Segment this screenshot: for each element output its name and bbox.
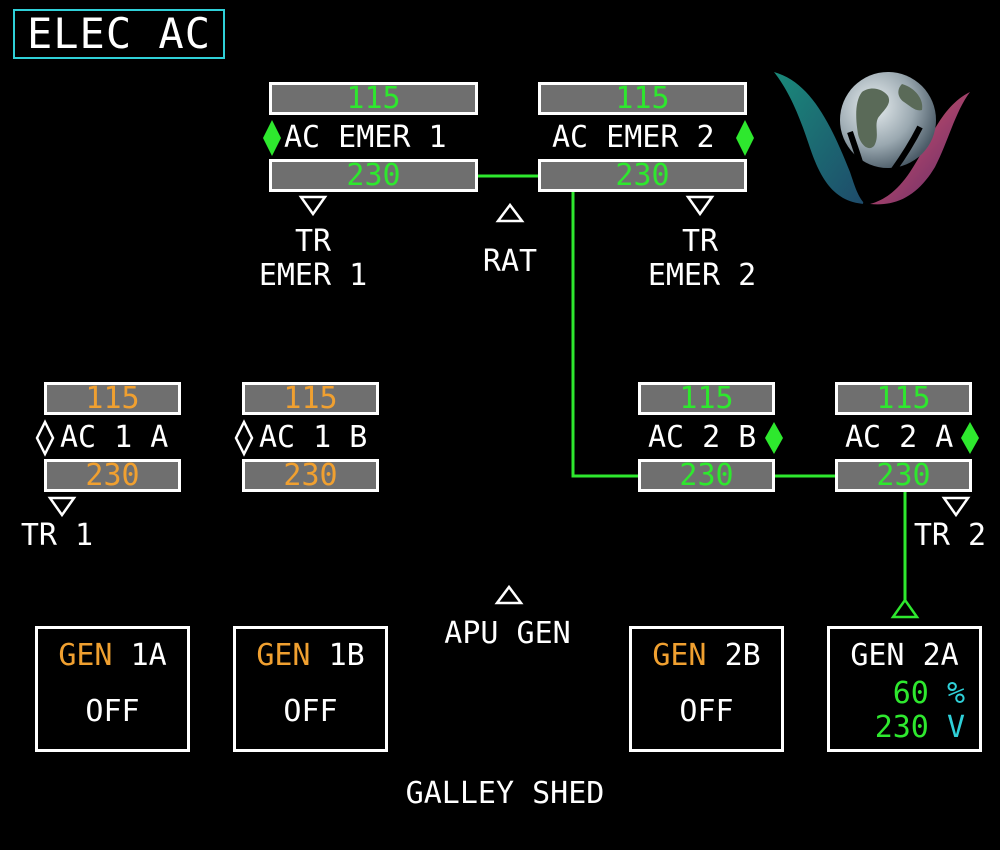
- gen-2a-arrow-icon: [890, 597, 920, 619]
- ac-1b-230-box: 230: [242, 459, 379, 492]
- tr-emer-2-label-line2: EMER 2: [647, 258, 757, 293]
- tr-emer-2-arrow-icon: [685, 195, 715, 217]
- gen-1b-id: 1B: [328, 638, 365, 673]
- ac-1a-diamond-icon: [35, 419, 55, 457]
- ac-1b-diamond-icon: [234, 419, 254, 457]
- gen-2b-panel: GEN 2B OFF: [629, 626, 784, 752]
- gen-1a-word: GEN: [58, 638, 113, 673]
- emer2-to-ac2b-line: [571, 191, 640, 478]
- gen-2a-volt-row: 230 V: [830, 711, 965, 745]
- ac-emer-2-230-box: 230: [538, 159, 747, 192]
- gen-1a-title: GEN 1A: [38, 639, 187, 673]
- ac-1b-label: AC 1 B: [259, 420, 368, 455]
- ac-1a-230-box: 230: [44, 459, 181, 492]
- gen-2a-volt-value: 230: [874, 710, 929, 745]
- ac-emer-2-diamond-icon: [736, 120, 754, 156]
- ac-2a-230-box: 230: [835, 459, 972, 492]
- gen-2a-title: GEN 2A: [830, 639, 979, 673]
- gen-1b-state: OFF: [283, 694, 338, 729]
- ac-2a-115-box: 115: [835, 382, 972, 415]
- gen-2b-word: GEN: [652, 638, 707, 673]
- galley-shed-label: GALLEY SHED: [405, 776, 605, 811]
- gen-2b-state: OFF: [679, 694, 734, 729]
- tr-2-arrow-icon: [941, 496, 971, 518]
- ac-2b-230-box: 230: [638, 459, 775, 492]
- gen-1a-state: OFF: [85, 694, 140, 729]
- tr-2-label: TR 2: [913, 518, 987, 553]
- gen-1a-id: 1A: [130, 638, 167, 673]
- tr-emer-1-label-line2: EMER 1: [258, 258, 368, 293]
- gen-1b-title: GEN 1B: [236, 639, 385, 673]
- page-title: ELEC AC: [13, 9, 225, 59]
- gen-1b-word: GEN: [256, 638, 311, 673]
- gen-2a-panel: GEN 2A 60 % 230 V: [827, 626, 982, 752]
- ac-emer-1-diamond-icon: [263, 120, 281, 156]
- ac-2b-label: AC 2 B: [648, 420, 757, 455]
- ac-1a-label: AC 1 A: [60, 420, 169, 455]
- apu-gen-arrow-icon: [494, 584, 524, 605]
- gen-2a-word: GEN: [850, 638, 905, 673]
- ac-emer-1-230-box: 230: [269, 159, 478, 192]
- tr-emer-1-arrow-icon: [298, 195, 328, 217]
- ac-1b-115-box: 115: [242, 382, 379, 415]
- globe-logo-icon: [774, 72, 970, 212]
- ac-2a-diamond-icon: [961, 422, 979, 454]
- tr-emer-1-label-line1: TR: [294, 224, 332, 259]
- ac-emer-2-label: AC EMER 2: [552, 120, 715, 155]
- tr-1-arrow-icon: [47, 496, 77, 518]
- gen-2b-title: GEN 2B: [632, 639, 781, 673]
- rat-label: RAT: [482, 244, 538, 279]
- gen-2b-id: 2B: [724, 638, 761, 673]
- apu-gen-label: APU GEN: [444, 616, 571, 651]
- gen-1b-panel: GEN 1B OFF: [233, 626, 388, 752]
- gen-2a-volt-unit: V: [946, 710, 965, 745]
- ac-1a-115-box: 115: [44, 382, 181, 415]
- gen-2a-load-unit: %: [946, 676, 965, 711]
- ac-2a-label: AC 2 A: [845, 420, 954, 455]
- gen-2a-load-row: 60 %: [830, 677, 965, 711]
- ac-emer-2-115-box: 115: [538, 82, 747, 115]
- gen-2a-id: 2A: [922, 638, 959, 673]
- ac-emer-1-115-box: 115: [269, 82, 478, 115]
- tr-emer-2-label-line1: TR: [681, 224, 719, 259]
- ac-2b-115-box: 115: [638, 382, 775, 415]
- ac-2b-diamond-icon: [765, 422, 783, 454]
- tr-1-label: TR 1: [20, 518, 94, 553]
- rat-arrow-icon: [495, 202, 525, 223]
- ac-emer-1-label: AC EMER 1: [284, 120, 447, 155]
- gen-2a-load-value: 60: [892, 676, 929, 711]
- gen-1a-panel: GEN 1A OFF: [35, 626, 190, 752]
